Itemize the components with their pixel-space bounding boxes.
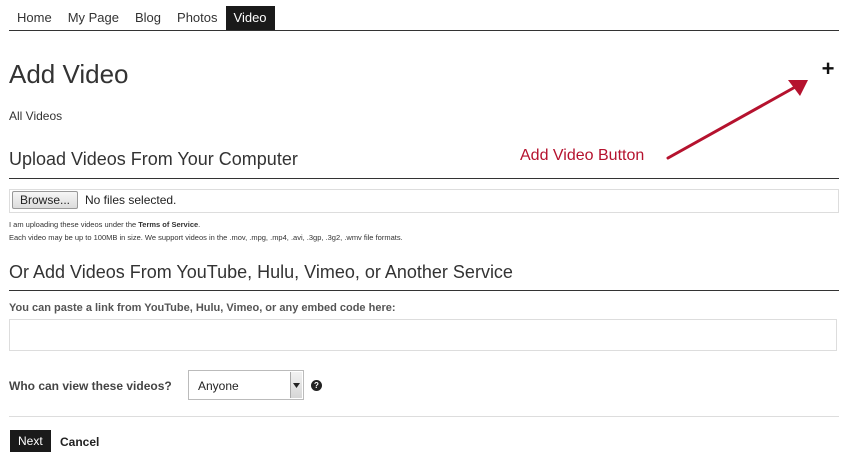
terms-prefix: I am uploading these videos under the	[9, 220, 139, 229]
embed-field-label: You can paste a link from YouTube, Hulu,…	[9, 302, 396, 314]
plus-icon: +	[821, 56, 835, 81]
footer-divider	[9, 416, 839, 417]
top-nav: Home My Page Blog Photos Video	[9, 6, 839, 31]
browse-button[interactable]: Browse...	[12, 191, 79, 209]
embed-section-divider	[9, 290, 839, 291]
nav-item-blog[interactable]: Blog	[127, 6, 169, 30]
embed-section-heading: Or Add Videos From YouTube, Hulu, Vimeo,…	[9, 262, 513, 282]
terms-notice: I am uploading these videos under the Te…	[9, 220, 200, 229]
chevron-down-icon[interactable]	[290, 372, 302, 398]
file-upload-field: Browse... No files selected.	[9, 189, 839, 213]
cancel-link[interactable]: Cancel	[60, 435, 99, 449]
question-circle-icon[interactable]: ?	[311, 380, 322, 391]
nav-item-photos[interactable]: Photos	[169, 6, 225, 30]
nav-item-my-page[interactable]: My Page	[60, 6, 127, 30]
file-status-text: No files selected.	[85, 193, 177, 207]
privacy-label: Who can view these videos?	[9, 379, 172, 393]
all-videos-link[interactable]: All Videos	[9, 109, 62, 123]
page-title: Add Video	[9, 59, 129, 89]
annotation-label: Add Video Button	[520, 147, 645, 164]
nav-item-home[interactable]: Home	[9, 6, 60, 30]
add-video-button[interactable]: +	[818, 58, 838, 80]
nav-item-video[interactable]: Video	[225, 6, 275, 30]
file-size-note: Each video may be up to 100MB in size. W…	[9, 233, 403, 242]
upload-section-divider	[9, 178, 839, 179]
terms-suffix: .	[198, 220, 201, 229]
embed-code-input[interactable]	[9, 319, 837, 351]
upload-section-heading: Upload Videos From Your Computer	[9, 149, 298, 169]
privacy-select-value: Anyone	[198, 379, 239, 393]
privacy-select[interactable]: Anyone	[188, 370, 304, 400]
next-button[interactable]: Next	[10, 430, 51, 452]
terms-of-service-link[interactable]: Terms of Service	[138, 220, 198, 229]
